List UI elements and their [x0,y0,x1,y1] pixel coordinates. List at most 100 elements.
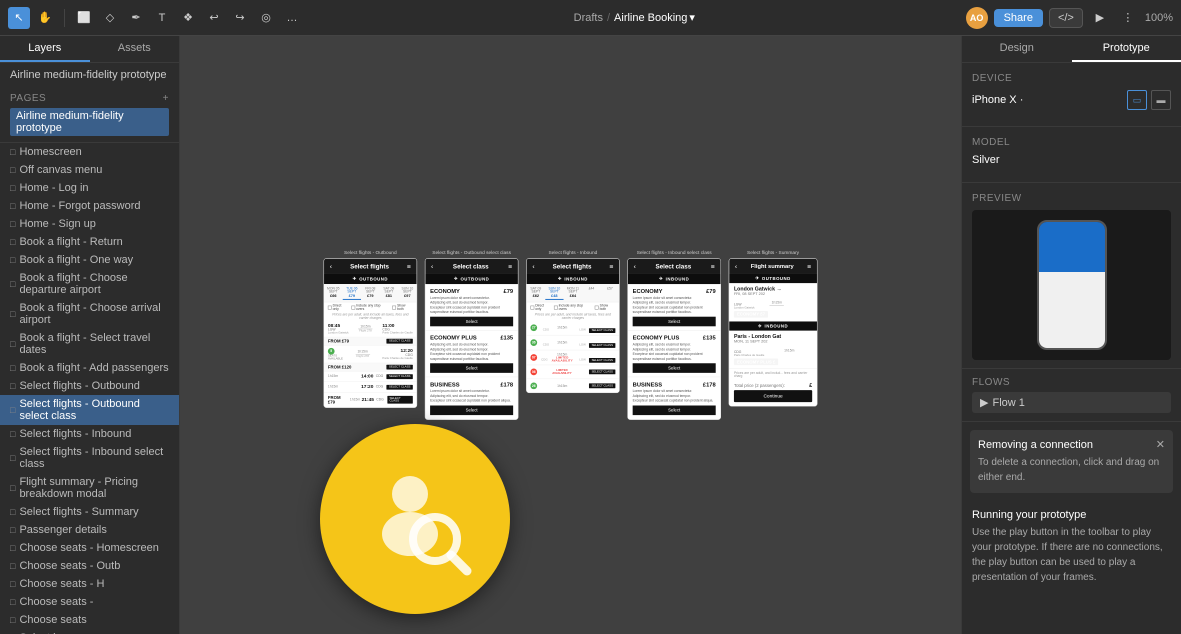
sidebar-item-dates[interactable]: □Book a flight - Select travel dates [0,329,179,359]
filter-both[interactable]: Show both [392,304,413,311]
checkbox-direct-3[interactable] [530,306,534,310]
menu-icon-4[interactable]: ≡ [711,263,715,271]
date-3-4[interactable]: £44 [582,286,601,300]
undo-icon[interactable]: ↩ [203,7,225,29]
date-3-2[interactable]: SUN 10 SEPT £48 [545,286,564,300]
more-tools-icon[interactable]: … [281,7,303,29]
fl-flight-no-1-1: Flight 278 [350,330,381,333]
continue-btn[interactable]: Continue [734,390,812,402]
sidebar-item-summary[interactable]: □Select flights - Summary [0,503,179,521]
more-options-icon[interactable]: ⋮ [1117,7,1139,29]
fl-select-btn-1-2[interactable]: SELECT CLASS [387,365,413,370]
economy-select-btn[interactable]: Select [430,317,513,327]
sidebar-item-forgot[interactable]: □Home - Forgot password [0,197,179,215]
tab-layers[interactable]: Layers [0,36,90,62]
eplus-select-btn[interactable]: Select [430,364,513,374]
sidebar-item-return[interactable]: □Book a flight - Return [0,233,179,251]
filter-stopovers[interactable]: Include any stop overs [351,304,389,311]
menu-icon-2[interactable]: ≡ [508,263,512,271]
class-economy-price: £79 [504,288,514,295]
model-section: Model Silver [962,127,1181,183]
filter-stopovers-3[interactable]: Include any stop overs [554,304,592,311]
tab-prototype[interactable]: Prototype [1072,36,1181,62]
date-3-1[interactable]: SAT 09 SEPT £62 [527,286,546,300]
business4-select-btn[interactable]: Select [633,405,716,415]
breadcrumb-current[interactable]: Airline Booking ▾ [614,11,695,24]
sidebar-item-offcanvas[interactable]: □Off canvas menu [0,161,179,179]
checkbox-stopovers-3[interactable] [554,306,558,310]
sidebar-item-seats-h[interactable]: □Choose seats - H [0,575,179,593]
flow-item-1[interactable]: ▶ Flow 1 [972,392,1171,413]
filter-both-3[interactable]: Show both [595,304,616,311]
sidebar-item-seats-3[interactable]: □Choose seats [0,611,179,629]
fl-select-btn-1-3[interactable]: SELECT CLASS [387,374,413,379]
sidebar-item-outbound-class[interactable]: □Select flights - Outbound select class [0,395,179,425]
tab-assets[interactable]: Assets [90,36,180,62]
fl-select-btn-1-5[interactable]: SELECT CLASS [387,396,413,404]
move-tool-icon[interactable]: ↖ [8,7,30,29]
sidebar-item-inbound[interactable]: □Select flights - Inbound [0,425,179,443]
date-3-3[interactable]: MON 11 SEPT £64 [564,286,583,300]
date-1-3[interactable]: FRI 08 SEPT £79 [361,286,380,300]
date-1-4[interactable]: SAT 09 SEPT £81 [380,286,399,300]
pen-tool-icon[interactable]: ✒ [125,7,147,29]
economy4-select-btn[interactable]: Select [633,317,716,327]
checkbox-both[interactable] [392,306,396,310]
sidebar-item-seats-2[interactable]: □Choose seats - [0,593,179,611]
tab-design[interactable]: Design [962,36,1072,62]
sidebar-item-seats-home[interactable]: □Choose seats - Homescreen [0,539,179,557]
hand-tool-icon[interactable]: ✋ [34,7,56,29]
eplus4-select-btn[interactable]: Select [633,364,716,374]
sidebar-item-arrival[interactable]: □Book a flight - Choose arrival airport [0,299,179,329]
filter-direct-3[interactable]: Direct only [530,304,551,311]
date-1-5[interactable]: SUN 10 SEPT £97 [398,286,417,300]
sidebar-item-signup[interactable]: □Home - Sign up [0,215,179,233]
menu-icon-1[interactable]: ≡ [407,263,411,271]
share-button[interactable]: Share [994,9,1043,27]
sidebar-item-oneway[interactable]: □Book a flight - One way [0,251,179,269]
zoom-label[interactable]: 100% [1145,12,1173,24]
phone-landscape-icon[interactable]: ▬ [1151,90,1171,110]
mask-icon[interactable]: ◎ [255,7,277,29]
phone-portrait-icon[interactable]: ▭ [1127,90,1147,110]
breadcrumb-parent[interactable]: Drafts [574,12,603,24]
fl-select-btn-1-4[interactable]: SELECT CLASS [387,385,413,390]
sidebar-item-bags[interactable]: □Select bags [0,629,179,634]
fl-select-3-5[interactable]: SELECT CLASS [589,384,615,389]
frame-tool-icon[interactable]: ⬜ [73,7,95,29]
fl-select-3-3[interactable]: SELECT CLASS [589,358,615,363]
date-3-5[interactable]: £57 [601,286,620,300]
filter-direct[interactable]: Direct only [328,304,349,311]
date-1-1[interactable]: MON 05 SEPT £66 [324,286,343,300]
shape-tool-icon[interactable]: ◇ [99,7,121,29]
close-removing-icon[interactable]: ✕ [1156,438,1165,451]
checkbox-both-3[interactable] [595,306,599,310]
fl-select-3-2[interactable]: SELECT CLASS [589,343,615,348]
play-button[interactable]: ▶ [1089,7,1111,29]
sidebar-item-departure[interactable]: □Book a flight - Choose departure airpor… [0,269,179,299]
business-select-btn[interactable]: Select [430,405,513,415]
sidebar-item-login[interactable]: □Home - Log in [0,179,179,197]
checkbox-stopovers[interactable] [351,306,355,310]
menu-icon-3[interactable]: ≡ [610,263,614,271]
add-page-icon[interactable]: + [163,93,169,104]
code-button[interactable]: </> [1049,8,1083,28]
redo-icon[interactable]: ↪ [229,7,251,29]
sidebar-item-homescreen[interactable]: □Homescreen [0,143,179,161]
sidebar-item-pricing-modal[interactable]: □Flight summary - Pricing breakdown moda… [0,473,179,503]
sidebar-item-passenger-details[interactable]: □Passenger details [0,521,179,539]
menu-icon-5[interactable]: ≡ [807,263,811,271]
sidebar-item-outbound[interactable]: □Select flights - Outbound [0,377,179,395]
date-1-2[interactable]: TUE 06 SEPT £79 [343,286,362,300]
sidebar-item-inbound-class[interactable]: □Select flights - Inbound select class [0,443,179,473]
checkbox-direct[interactable] [328,306,332,310]
component-tool-icon[interactable]: ❖ [177,7,199,29]
sidebar-item-seats-out[interactable]: □Choose seats - Outb [0,557,179,575]
page-item-0[interactable]: Airline medium-fidelity prototype [10,108,169,136]
fl-select-btn-1-1[interactable]: SELECT CLASS [387,339,413,344]
toolbar: ↖ ✋ ⬜ ◇ ✒ T ❖ ↩ ↪ ◎ … Drafts / Airline B… [0,0,1181,36]
sidebar-item-passengers[interactable]: □Book a flight - Add passengers [0,359,179,377]
fl-select-3-1[interactable]: SELECT CLASS [589,328,615,333]
fl-select-3-4[interactable]: SELECT CLASS [589,370,615,375]
text-tool-icon[interactable]: T [151,7,173,29]
